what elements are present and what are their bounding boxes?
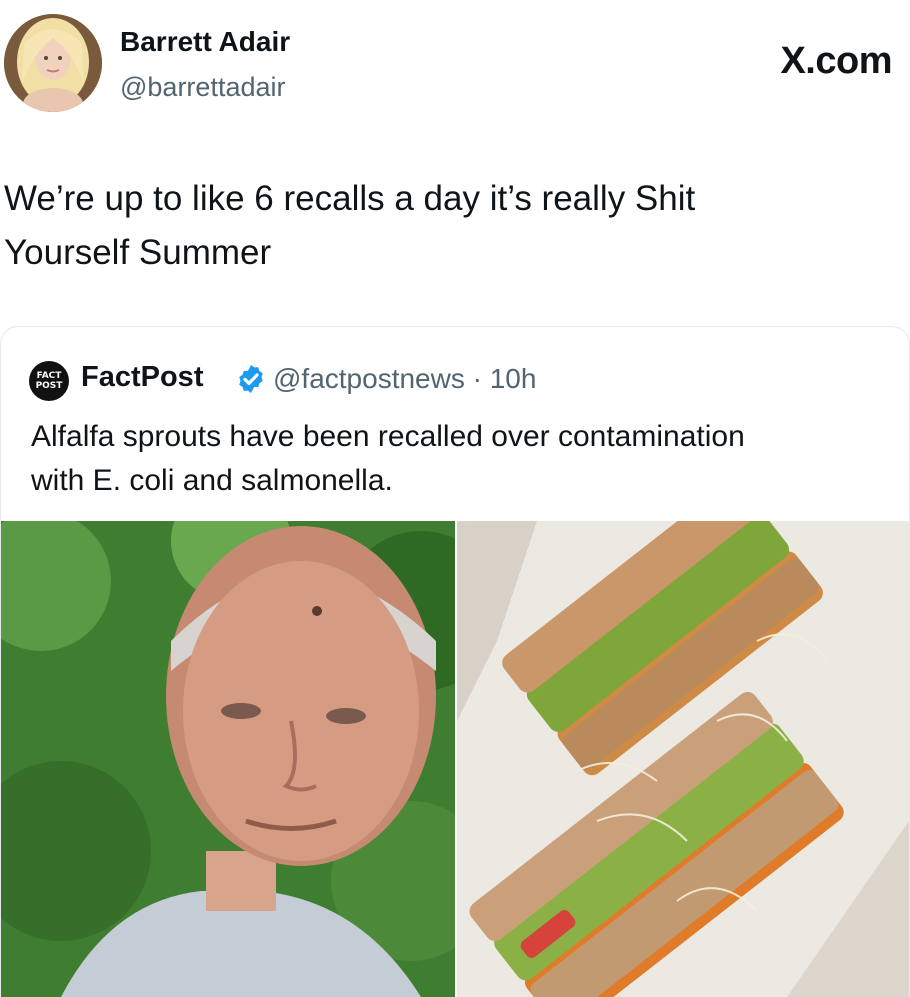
avatar-image bbox=[4, 14, 102, 112]
post-header: Barrett Adair @barrettadair X.com bbox=[0, 0, 910, 130]
quoted-text-line: Alfalfa sprouts have been recalled over … bbox=[31, 420, 745, 453]
quoted-post-text: Alfalfa sprouts have been recalled over … bbox=[31, 415, 881, 503]
quoted-handle-time[interactable]: @factpostnews · 10h bbox=[273, 363, 536, 395]
sandwich-photo bbox=[457, 521, 909, 997]
post-text-line: We’re up to like 6 recalls a day it’s re… bbox=[4, 179, 696, 218]
quoted-post-header: FACT POST FactPost @factpostnews · 10h bbox=[29, 357, 889, 401]
logo-text: FACT bbox=[36, 371, 62, 381]
portrait-photo bbox=[1, 521, 455, 997]
logo-text: POST bbox=[35, 381, 63, 391]
verified-badge-icon bbox=[239, 365, 263, 393]
post-text-line: Yourself Summer bbox=[4, 233, 272, 272]
quoted-image-sandwich[interactable] bbox=[457, 521, 909, 997]
quoted-post-card[interactable]: FACT POST FactPost @factpostnews · 10h A… bbox=[0, 326, 910, 997]
author-display-name[interactable]: Barrett Adair bbox=[120, 26, 290, 58]
site-label: X.com bbox=[780, 40, 892, 82]
quoted-image-portrait[interactable] bbox=[1, 521, 455, 997]
quoted-display-name[interactable]: FactPost bbox=[81, 361, 203, 394]
factpost-logo[interactable]: FACT POST bbox=[29, 361, 69, 401]
author-avatar[interactable] bbox=[4, 14, 102, 112]
quoted-text-line: with E. coli and salmonella. bbox=[31, 464, 393, 497]
author-handle[interactable]: @barrettadair bbox=[120, 72, 285, 103]
post-text: We’re up to like 6 recalls a day it’s re… bbox=[4, 172, 884, 280]
